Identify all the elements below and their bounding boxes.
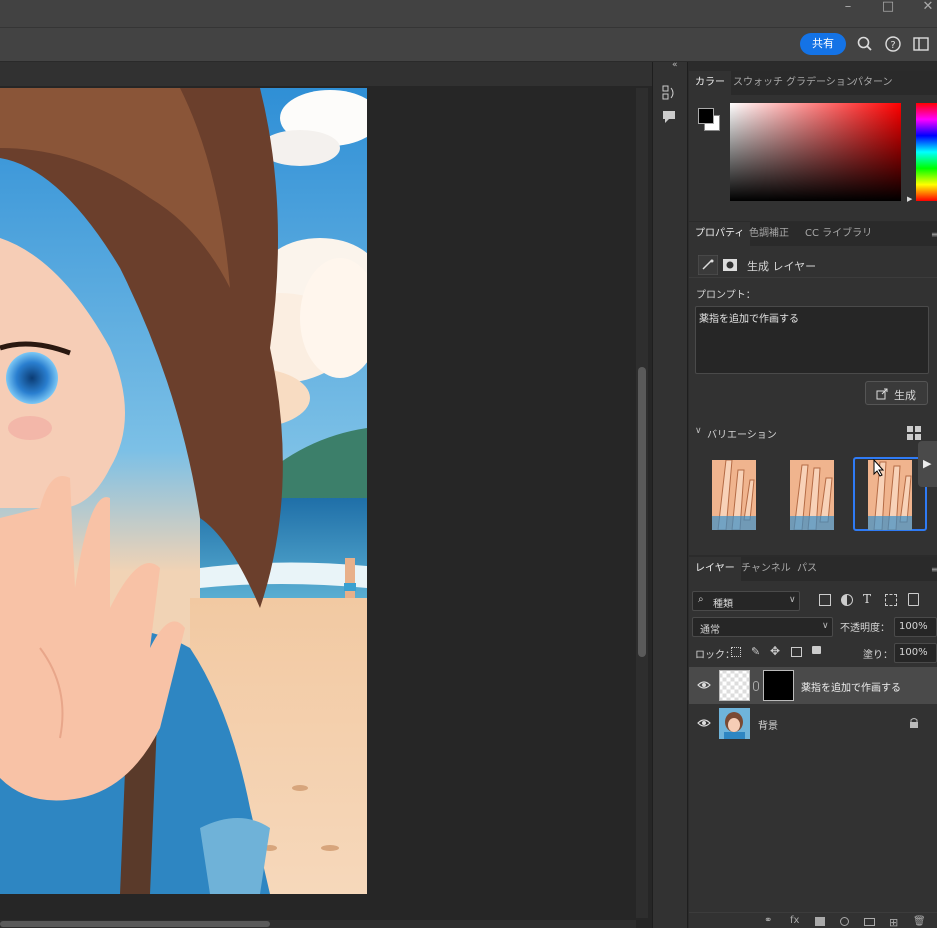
fx-icon[interactable]: fx bbox=[790, 915, 799, 926]
lock-label: ロック： bbox=[695, 650, 735, 661]
tab-channels[interactable]: チャンネル bbox=[735, 557, 797, 581]
mouse-cursor-icon bbox=[873, 459, 885, 477]
layer-name[interactable]: 背景 bbox=[758, 717, 778, 732]
generate-label: 生成 bbox=[894, 389, 916, 402]
canvas-image[interactable] bbox=[0, 88, 367, 894]
hue-slider-marker-icon[interactable]: ▶ bbox=[907, 196, 913, 203]
opacity-value: 100% bbox=[899, 621, 928, 632]
fill-value: 100% bbox=[899, 647, 928, 658]
layer-type-label: 生成 レイヤー bbox=[747, 260, 817, 273]
chevron-down-icon: ∨ bbox=[789, 595, 796, 605]
tab-properties[interactable]: プロパティ bbox=[689, 222, 751, 246]
fill-label: 塗り： bbox=[863, 650, 893, 661]
workspace-icon[interactable] bbox=[912, 35, 930, 53]
filter-pixel-icon[interactable] bbox=[819, 594, 831, 606]
layer-row-generative[interactable]: 薬指を追加で作画する bbox=[689, 667, 937, 704]
layer-type-row: 生成 レイヤー bbox=[689, 252, 937, 278]
adjustment-layer-icon[interactable] bbox=[840, 917, 849, 926]
color-picker-field[interactable] bbox=[730, 103, 901, 201]
prompt-text: 薬指を追加で作画する bbox=[699, 314, 799, 325]
tab-color[interactable]: カラー bbox=[689, 71, 731, 95]
share-button[interactable]: 共有 bbox=[800, 33, 846, 55]
filter-search-icon: ⌕ bbox=[698, 594, 704, 605]
link-icon[interactable] bbox=[753, 681, 759, 691]
lock-all-icon[interactable] bbox=[812, 646, 821, 654]
panel-icon-dock bbox=[652, 62, 688, 928]
chevron-down-icon[interactable]: ∨ bbox=[695, 426, 702, 436]
layer-row-background[interactable]: 背景 bbox=[689, 705, 937, 742]
tab-cc-libraries[interactable]: CC ライブラリ bbox=[799, 222, 878, 246]
trash-icon[interactable]: 🗑 bbox=[913, 916, 926, 927]
properties-panel-tabs: プロパティ 色調補正 CC ライブラリ ≡ bbox=[689, 222, 937, 246]
hue-slider[interactable] bbox=[916, 103, 937, 201]
layer-thumbnail-background[interactable] bbox=[719, 708, 750, 739]
opacity-label: 不透明度： bbox=[840, 623, 890, 634]
layer-thumbnail-transparent[interactable] bbox=[719, 670, 750, 701]
variation-thumbnail-2[interactable] bbox=[790, 460, 834, 530]
title-bar bbox=[0, 0, 937, 28]
history-icon[interactable] bbox=[661, 84, 677, 102]
lock-move-icon[interactable]: ✥ bbox=[770, 644, 780, 658]
help-icon[interactable]: ? bbox=[884, 35, 902, 53]
color-panel-tabs: カラー スウォッチ グラデーション パターン bbox=[689, 71, 937, 95]
eye-icon[interactable] bbox=[697, 679, 711, 691]
generative-layer-icon bbox=[698, 255, 718, 275]
add-mask-icon[interactable] bbox=[815, 917, 825, 926]
document-tab-strip bbox=[0, 62, 652, 86]
filter-adjustment-icon[interactable] bbox=[841, 594, 853, 606]
lock-icon bbox=[910, 718, 918, 728]
vertical-scroll-thumb[interactable] bbox=[638, 367, 646, 657]
lock-transparency-icon[interactable] bbox=[731, 647, 741, 657]
tab-paths[interactable]: パス bbox=[791, 557, 823, 581]
generate-button[interactable]: 生成 bbox=[865, 381, 928, 405]
layer-filter-dropdown[interactable]: ⌕ 種類 ∨ bbox=[692, 591, 800, 611]
filter-shape-icon[interactable] bbox=[885, 594, 897, 606]
layers-panel-tabs: レイヤー チャンネル パス ≡ bbox=[689, 557, 937, 581]
layers-panel: レイヤー チャンネル パス ≡ ⌕ 種類 ∨ T 通常 ∨ 不透明度： 100%… bbox=[689, 557, 937, 928]
minimize-icon[interactable]: – bbox=[837, 0, 859, 16]
lock-artboard-icon[interactable] bbox=[791, 647, 802, 657]
tab-patterns[interactable]: パターン bbox=[847, 71, 899, 95]
horizontal-scroll-thumb[interactable] bbox=[0, 921, 270, 927]
filter-kind-label: 種類 bbox=[713, 599, 733, 610]
grid-view-icon[interactable] bbox=[907, 426, 921, 440]
play-icon: ▶ bbox=[923, 457, 932, 470]
variations-next-button[interactable]: ▶ bbox=[918, 441, 937, 487]
svg-text:?: ? bbox=[890, 40, 895, 51]
layer-name[interactable]: 薬指を追加で作画する bbox=[801, 679, 901, 694]
comments-icon[interactable] bbox=[662, 110, 676, 124]
photoshop-window: – □ ✕ 共有 ? « カラー スウォッチ グラデーション パターン ▶ プロ… bbox=[0, 0, 937, 928]
close-icon[interactable]: ✕ bbox=[917, 0, 937, 16]
tab-layers[interactable]: レイヤー bbox=[689, 557, 741, 581]
color-panel: カラー スウォッチ グラデーション パターン ▶ bbox=[689, 71, 937, 221]
search-icon[interactable] bbox=[856, 35, 874, 53]
mask-icon bbox=[723, 259, 737, 271]
variation-thumbnail-1[interactable] bbox=[712, 460, 756, 530]
filter-type-icon[interactable]: T bbox=[863, 592, 871, 606]
prompt-textarea[interactable]: 薬指を追加で作画する bbox=[695, 306, 929, 374]
panel-menu-icon[interactable]: ≡ bbox=[931, 230, 937, 239]
filter-smart-object-icon[interactable] bbox=[908, 593, 919, 606]
layer-mask-thumbnail[interactable] bbox=[763, 670, 794, 701]
opacity-input[interactable]: 100% bbox=[894, 617, 937, 637]
lock-paint-icon[interactable]: ✎ bbox=[751, 645, 760, 658]
fill-input[interactable]: 100% bbox=[894, 643, 937, 663]
tab-adjustments[interactable]: 色調補正 bbox=[743, 222, 795, 246]
layers-panel-menu-icon[interactable]: ≡ bbox=[931, 565, 937, 574]
link-layers-icon[interactable]: ⚭ bbox=[764, 915, 772, 926]
prompt-label: プロンプト： bbox=[696, 290, 756, 301]
eye-icon[interactable] bbox=[697, 717, 711, 729]
chevron-down-icon: ∨ bbox=[822, 621, 829, 631]
new-layer-icon[interactable]: ⊞ bbox=[889, 916, 898, 928]
collapse-panels-icon[interactable]: « bbox=[672, 60, 684, 70]
blend-mode-value: 通常 bbox=[700, 625, 720, 636]
foreground-color-swatch[interactable] bbox=[698, 108, 714, 124]
generate-icon bbox=[876, 388, 888, 400]
layers-panel-footer bbox=[689, 912, 937, 928]
maximize-icon[interactable]: □ bbox=[877, 0, 899, 16]
folder-icon[interactable] bbox=[864, 918, 875, 926]
variations-label: バリエーション bbox=[707, 430, 777, 441]
blend-mode-dropdown[interactable]: 通常 ∨ bbox=[692, 617, 833, 637]
options-bar bbox=[0, 28, 937, 62]
